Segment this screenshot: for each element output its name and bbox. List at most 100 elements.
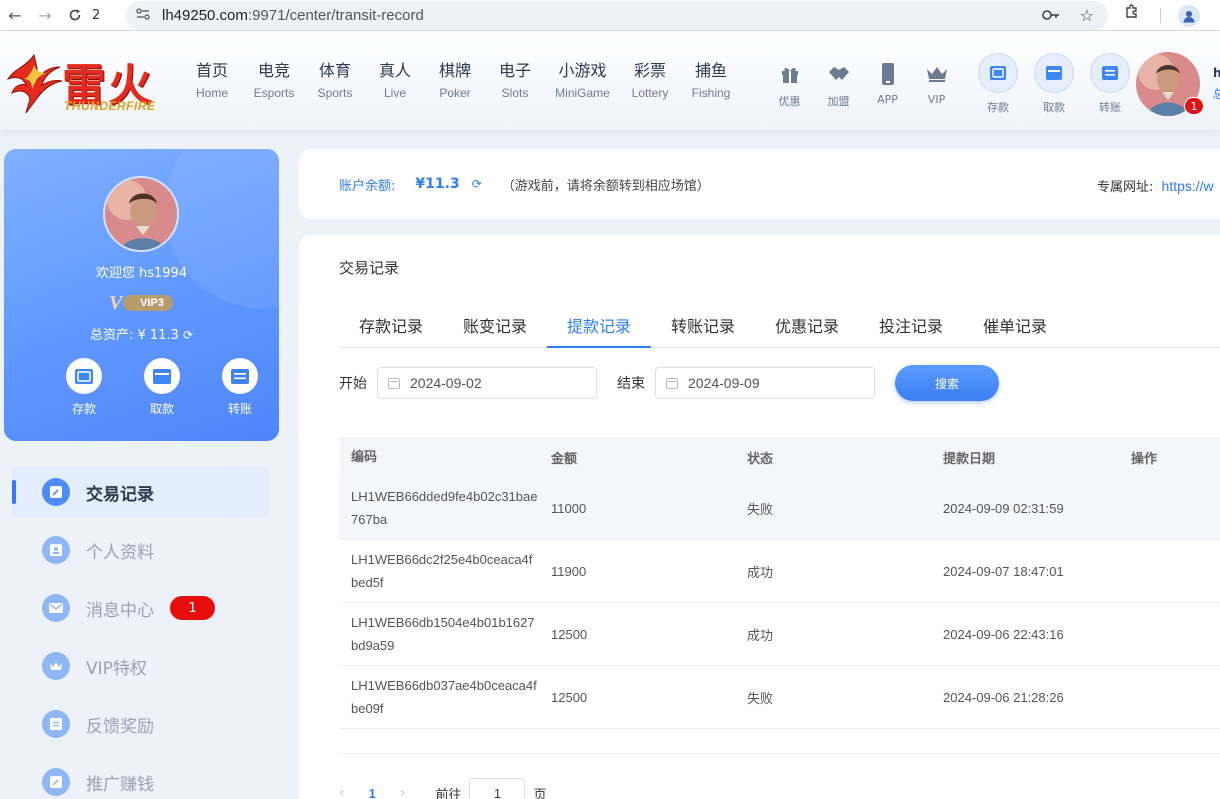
- sidebar-menu: 交易记录 个人资料 消息中心 1 VIP特权 反馈奖励 推广赚钱: [12, 466, 269, 799]
- sidebar-item-label: 反馈奖励: [86, 716, 154, 737]
- assets-label: 总资产:: [89, 328, 134, 343]
- vip-level: VIP3: [123, 295, 173, 311]
- tab-reminder-records[interactable]: 催单记录: [963, 315, 1067, 347]
- quick-vip[interactable]: VIP: [912, 63, 961, 109]
- nav-sublabel: Lottery: [631, 86, 669, 100]
- nav-esports[interactable]: 电竞 Esports: [234, 61, 314, 100]
- record-tabs: 存款记录 账变记录 提款记录 转账记录 优惠记录 投注记录 催单记录: [339, 315, 1220, 348]
- exclusive-domain: 专属网址: https://w: [1097, 176, 1214, 195]
- goto-label: 前往: [435, 787, 462, 799]
- table-row[interactable]: LH1WEB66dc2f25e4b0ceaca4fbed5f 11900 成功 …: [339, 540, 1220, 603]
- header-transfer[interactable]: 转账: [1082, 53, 1138, 115]
- thunderfire-logo[interactable]: 雷火 THUNDERFIRE: [4, 49, 158, 119]
- nav-sublabel: Slots: [501, 86, 529, 100]
- record-icon: [42, 478, 70, 506]
- cell-status: 失败: [747, 502, 774, 518]
- profile-transfer-button[interactable]: 转账: [201, 358, 279, 417]
- panel-title: 交易记录: [339, 259, 400, 277]
- nav-label: 捕鱼: [694, 61, 727, 80]
- tab-transfer-records[interactable]: 转账记录: [651, 315, 755, 347]
- domain-link[interactable]: https://w: [1162, 178, 1214, 194]
- header-withdraw[interactable]: 取款: [1026, 53, 1082, 115]
- sidebar-item-label: VIP特权: [86, 658, 147, 679]
- profile-deposit-button[interactable]: 存款: [45, 358, 123, 417]
- quick-promo[interactable]: 优惠: [765, 63, 814, 109]
- tab-promotion-records[interactable]: 优惠记录: [755, 315, 859, 347]
- nav-sublabel: Poker: [439, 86, 471, 100]
- nav-poker[interactable]: 棋牌 Poker: [434, 61, 476, 100]
- cell-status: 失败: [747, 691, 774, 707]
- bookmark-star-icon[interactable]: ☆: [1080, 6, 1094, 25]
- quick-join[interactable]: 加盟: [814, 63, 863, 109]
- password-key-icon[interactable]: [1041, 6, 1060, 25]
- nav-minigame[interactable]: 小游戏 MiniGame: [554, 61, 611, 100]
- promo-icon: [42, 768, 70, 796]
- forward-icon[interactable]: →: [30, 0, 60, 30]
- records-panel: 交易记录 存款记录 账变记录 提款记录 转账记录 优惠记录 投注记录 催单记录 …: [299, 235, 1220, 799]
- end-date-input[interactable]: 2024-09-09: [655, 367, 875, 399]
- sidebar-item-vip[interactable]: VIP特权: [12, 640, 269, 692]
- transfer-icon: [222, 358, 258, 394]
- refresh-icon[interactable]: ⟳: [472, 177, 482, 191]
- prev-page-icon[interactable]: ‹: [339, 785, 345, 799]
- reload-icon[interactable]: [60, 0, 90, 30]
- money-label: 取款: [1043, 101, 1065, 114]
- tab-balance-change-records[interactable]: 账变记录: [443, 315, 547, 347]
- transfer-icon: [1090, 53, 1130, 93]
- sidebar-item-promotion[interactable]: 推广赚钱: [12, 756, 269, 799]
- next-page-icon[interactable]: ›: [400, 785, 406, 799]
- profile-actions: 存款 取款 转账: [45, 358, 279, 417]
- refresh-icon[interactable]: ⟳: [183, 328, 193, 342]
- site-info-icon[interactable]: [136, 7, 154, 24]
- start-date-value: 2024-09-02: [410, 375, 482, 391]
- nav-lottery[interactable]: 彩票 Lottery: [611, 61, 689, 100]
- balance-amount: ¥11.3: [415, 176, 460, 192]
- goto-page-input[interactable]: 1: [469, 778, 526, 799]
- back-icon[interactable]: ←: [0, 0, 30, 30]
- nav-sports[interactable]: 体育 Sports: [314, 61, 356, 100]
- tab-withdrawal-records[interactable]: 提款记录: [547, 315, 651, 348]
- tab-bet-records[interactable]: 投注记录: [859, 315, 963, 347]
- table-header: 编码 金额 状态 提款日期 操作: [339, 437, 1220, 477]
- table-row[interactable]: LH1WEB66dded9fe4b02c31bae767ba 11000 失败 …: [339, 477, 1220, 540]
- nav-live[interactable]: 真人 Live: [356, 61, 434, 100]
- deposit-icon: [66, 358, 102, 394]
- withdraw-icon: [1034, 53, 1074, 93]
- cell-date: 2024-09-06 21:28:26: [943, 689, 1064, 705]
- column-header-action: 操作: [1131, 451, 1158, 467]
- quick-label: VIP: [927, 93, 946, 106]
- profile-withdraw-button[interactable]: 取款: [123, 358, 201, 417]
- assets-value: ¥ 11.3: [137, 328, 179, 343]
- browser-profile-icon[interactable]: [1178, 5, 1200, 27]
- nav-slots[interactable]: 电子 Slots: [476, 61, 554, 100]
- start-date-input[interactable]: 2024-09-02: [377, 367, 597, 399]
- table-footer-line: [339, 729, 1220, 754]
- address-bar[interactable]: lh49250.com:9971/center/transit-record ☆: [126, 1, 1108, 30]
- sidebar-item-label: 交易记录: [86, 484, 154, 505]
- sidebar-item-records[interactable]: 交易记录: [12, 466, 269, 518]
- extensions-icon[interactable]: [1124, 4, 1140, 25]
- sidebar-item-feedback[interactable]: 反馈奖励: [12, 698, 269, 750]
- table-row[interactable]: LH1WEB66db1504e4b01b1627bd9a59 12500 成功 …: [339, 603, 1220, 666]
- page-number-current[interactable]: 1: [369, 786, 376, 799]
- column-header-amount: 金额: [551, 451, 578, 467]
- table-row[interactable]: LH1WEB66db037ae4b0ceaca4fbe09f 12500 失败 …: [339, 666, 1220, 729]
- profile-avatar[interactable]: [103, 176, 179, 252]
- search-button[interactable]: 搜索: [895, 365, 999, 401]
- quick-label: 优惠: [778, 95, 801, 108]
- tab-deposit-records[interactable]: 存款记录: [339, 315, 443, 347]
- handshake-icon: [828, 63, 850, 85]
- sidebar-item-profile[interactable]: 个人资料: [12, 524, 269, 576]
- notification-badge: 1: [1184, 97, 1204, 115]
- nav-sublabel: Esports: [253, 86, 295, 100]
- nav-fishing[interactable]: 捕鱼 Fishing: [689, 61, 733, 100]
- balance-bar: 账户余额: ¥11.3 ⟳ （游戏前，请将余额转到相应场馆） 专属网址: htt…: [299, 149, 1220, 219]
- nav-label: 小游戏: [558, 61, 607, 80]
- nav-home[interactable]: 首页 Home: [190, 61, 234, 100]
- cell-code: LH1WEB66db037ae4b0ceaca4fbe09f: [351, 678, 537, 716]
- gift-icon: [779, 63, 801, 85]
- header-deposit[interactable]: 存款: [970, 53, 1026, 115]
- nav-label: 首页: [195, 61, 228, 80]
- sidebar-item-messages[interactable]: 消息中心 1: [12, 582, 269, 634]
- quick-app[interactable]: APP: [863, 63, 912, 109]
